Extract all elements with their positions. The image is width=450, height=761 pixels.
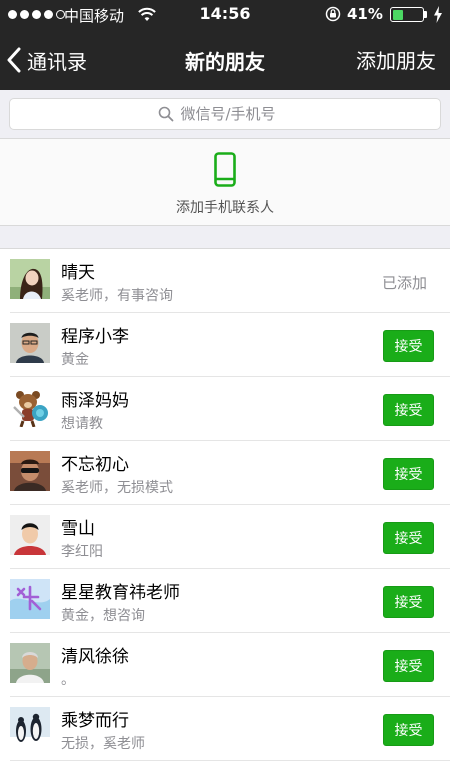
friend-request-item[interactable]: 雪山 李红阳 接受: [0, 505, 450, 569]
battery-percentage: 41%: [347, 5, 383, 23]
accept-button[interactable]: 接受: [383, 714, 434, 746]
accept-button[interactable]: 接受: [383, 586, 434, 618]
charging-bolt-icon: [434, 6, 442, 23]
friend-request-item[interactable]: 乘梦而行 无损，奚老师 接受: [0, 697, 450, 761]
request-message: 奚老师，有事咨询: [61, 288, 173, 304]
request-message: 奚老师，无损模式: [61, 480, 173, 496]
avatar: [10, 387, 50, 427]
friend-request-item[interactable]: 雨泽妈妈 想请教 接受: [0, 377, 450, 441]
avatar: [10, 579, 50, 619]
friend-request-item[interactable]: 晴天 奚老师，有事咨询 已添加: [0, 249, 450, 313]
friend-request-item[interactable]: 清风徐徐 。 接受: [0, 633, 450, 697]
friend-request-item[interactable]: 星星教育祎老师 黄金，想咨询 接受: [0, 569, 450, 633]
phone-icon: [214, 152, 236, 187]
request-name: 不忘初心: [61, 455, 129, 475]
accept-button[interactable]: 接受: [383, 522, 434, 554]
search-input[interactable]: [180, 105, 293, 123]
avatar: [10, 323, 50, 363]
accept-button[interactable]: 接受: [383, 330, 434, 362]
request-name: 晴天: [61, 263, 95, 283]
request-name: 程序小李: [61, 327, 129, 347]
rotation-lock-icon: [325, 6, 341, 22]
add-phone-contacts-button[interactable]: 添加手机联系人: [0, 138, 450, 226]
request-message: 想请教: [61, 416, 103, 432]
request-name: 雨泽妈妈: [61, 391, 129, 411]
search-icon: [158, 106, 173, 122]
battery-icon: [390, 7, 424, 22]
battery-level: [392, 9, 403, 20]
avatar: [10, 259, 50, 299]
accept-button[interactable]: 接受: [383, 394, 434, 426]
avatar: [10, 643, 50, 683]
added-status-label: 已添加: [382, 274, 428, 292]
request-message: 无损，奚老师: [61, 736, 145, 752]
avatar: [10, 451, 50, 491]
top-bar: 中国移动 14:56 41% 通讯录 新的朋友 添加朋友: [0, 0, 450, 90]
friend-request-list: 晴天 奚老师，有事咨询 已添加 程序小李 黄金 接受 雨泽妈妈 想请教 接受 不…: [0, 248, 450, 761]
request-message: 黄金，想咨询: [61, 608, 145, 624]
request-message: 。: [61, 672, 75, 688]
search-bar[interactable]: [9, 98, 441, 130]
request-name: 雪山: [61, 519, 95, 539]
request-message: 黄金: [61, 352, 89, 368]
request-message: 李红阳: [61, 544, 103, 560]
accept-button[interactable]: 接受: [383, 650, 434, 682]
add-phone-contacts-label: 添加手机联系人: [176, 200, 274, 216]
request-name: 清风徐徐: [61, 647, 129, 667]
friend-request-item[interactable]: 程序小李 黄金 接受: [0, 313, 450, 377]
request-name: 乘梦而行: [61, 711, 129, 731]
friend-request-item[interactable]: 不忘初心 奚老师，无损模式 接受: [0, 441, 450, 505]
accept-button[interactable]: 接受: [383, 458, 434, 490]
avatar: [10, 707, 50, 747]
search-section: [0, 90, 450, 138]
add-friend-button[interactable]: 添加朋友: [356, 45, 436, 74]
navigation-bar: 通讯录 新的朋友 添加朋友: [0, 30, 450, 90]
request-name: 星星教育祎老师: [61, 583, 180, 603]
avatar: [10, 515, 50, 555]
status-bar: 中国移动 14:56 41%: [0, 0, 450, 30]
